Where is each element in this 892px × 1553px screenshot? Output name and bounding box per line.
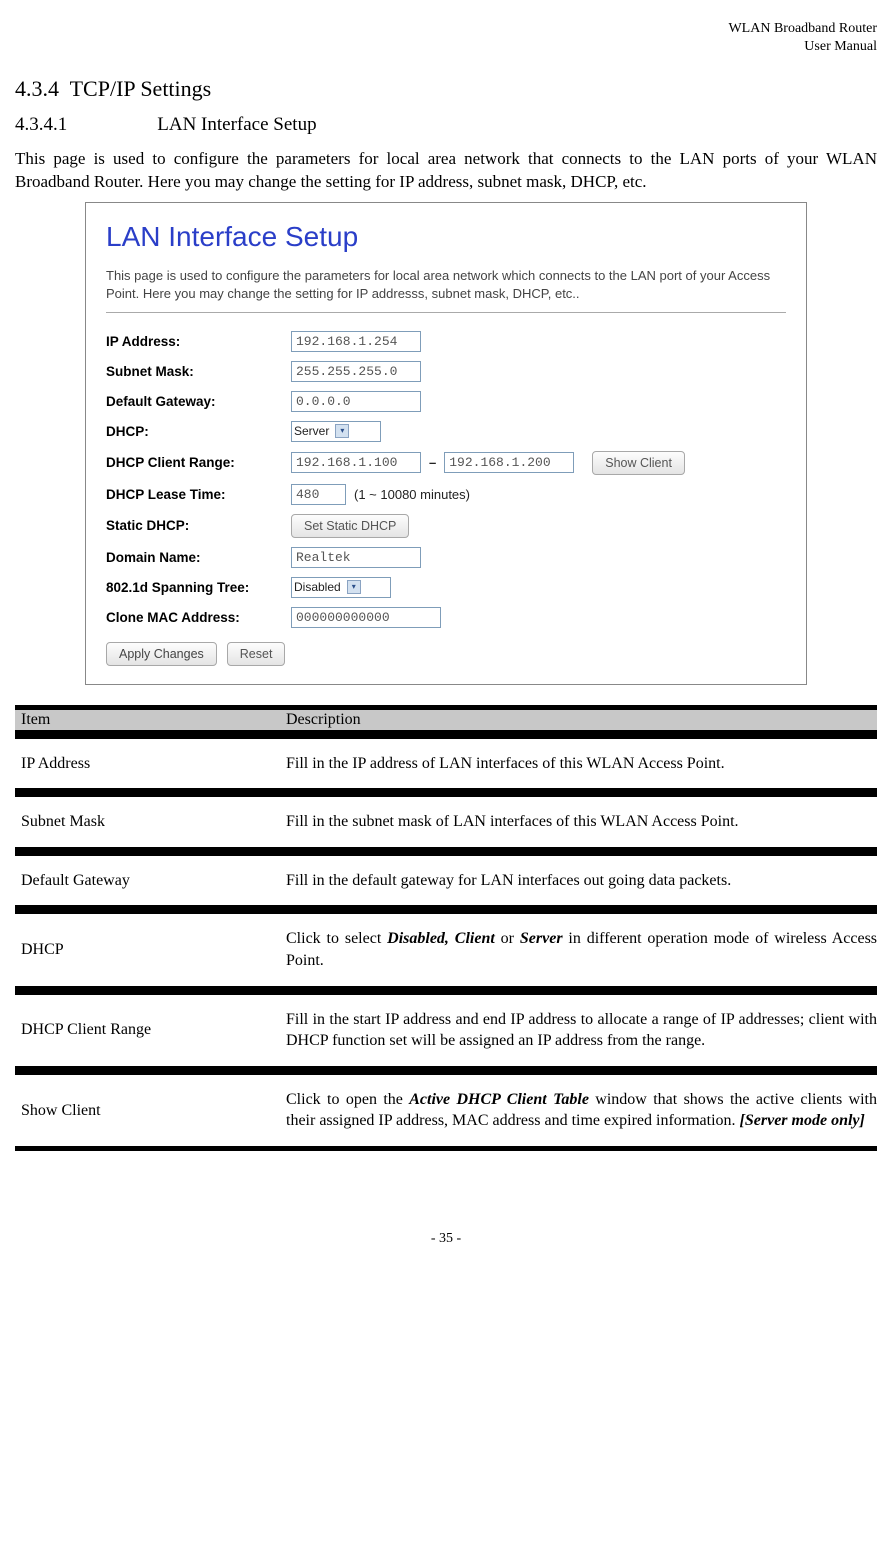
table-row: IP Address Fill in the IP address of LAN… [15, 735, 877, 793]
dhcp-label: DHCP: [106, 424, 291, 439]
section-num-2: 4.3.4.1 [15, 114, 67, 135]
lease-time-input[interactable] [291, 484, 346, 505]
chevron-down-icon: ▾ [335, 424, 349, 438]
section-heading-1: 4.3.4 TCP/IP Settings [15, 76, 877, 102]
intro-paragraph: This page is used to configure the param… [15, 148, 877, 194]
default-gateway-label: Default Gateway: [106, 394, 291, 409]
subnet-mask-input[interactable] [291, 361, 421, 382]
default-gateway-input[interactable] [291, 391, 421, 412]
section-title-2: LAN Interface Setup [157, 114, 316, 135]
table-item: DHCP [15, 910, 280, 989]
domain-name-label: Domain Name: [106, 550, 291, 565]
table-item: IP Address [15, 735, 280, 793]
dhcp-range-to-input[interactable] [444, 452, 574, 473]
lan-setup-screenshot: LAN Interface Setup This page is used to… [85, 202, 807, 684]
chevron-down-icon: ▾ [347, 580, 361, 594]
table-desc: Click to open the Active DHCP Client Tab… [280, 1071, 877, 1150]
dhcp-range-from-input[interactable] [291, 452, 421, 473]
domain-name-input[interactable] [291, 547, 421, 568]
table-row: Show Client Click to open the Active DHC… [15, 1071, 877, 1150]
spanning-tree-value: Disabled [294, 580, 341, 594]
divider [106, 312, 786, 313]
table-header-item: Item [15, 706, 280, 734]
table-row: DHCP Client Range Fill in the start IP a… [15, 991, 877, 1070]
spanning-tree-label: 802.1d Spanning Tree: [106, 580, 291, 595]
table-desc: Fill in the default gateway for LAN inte… [280, 852, 877, 910]
spanning-tree-select[interactable]: Disabled ▾ [291, 577, 391, 598]
range-separator: – [429, 455, 436, 470]
table-desc: Fill in the IP address of LAN interfaces… [280, 735, 877, 793]
clone-mac-label: Clone MAC Address: [106, 610, 291, 625]
screenshot-desc: This page is used to configure the param… [106, 267, 786, 303]
table-desc: Fill in the start IP address and end IP … [280, 991, 877, 1070]
dhcp-select[interactable]: Server ▾ [291, 421, 381, 442]
table-item: Subnet Mask [15, 793, 280, 851]
page-footer: - 35 - [15, 1231, 877, 1247]
clone-mac-input[interactable] [291, 607, 441, 628]
subnet-mask-label: Subnet Mask: [106, 364, 291, 379]
header-line2: User Manual [15, 38, 877, 56]
screenshot-title: LAN Interface Setup [106, 221, 786, 253]
lease-time-note: (1 ~ 10080 minutes) [354, 487, 470, 502]
table-header-description: Description [280, 706, 877, 734]
dhcp-range-label: DHCP Client Range: [106, 455, 291, 470]
section-title-1: TCP/IP Settings [70, 76, 212, 101]
ip-address-label: IP Address: [106, 334, 291, 349]
reset-button[interactable]: Reset [227, 642, 286, 666]
table-row: Subnet Mask Fill in the subnet mask of L… [15, 793, 877, 851]
table-item: Show Client [15, 1071, 280, 1150]
static-dhcp-label: Static DHCP: [106, 518, 291, 533]
table-row: DHCP Click to select Disabled, Client or… [15, 910, 877, 989]
apply-changes-button[interactable]: Apply Changes [106, 642, 217, 666]
table-desc: Click to select Disabled, Client or Serv… [280, 910, 877, 989]
ip-address-input[interactable] [291, 331, 421, 352]
page-header: WLAN Broadband Router User Manual [15, 20, 877, 56]
table-row: Default Gateway Fill in the default gate… [15, 852, 877, 910]
lease-time-label: DHCP Lease Time: [106, 487, 291, 502]
dhcp-select-value: Server [294, 424, 329, 438]
show-client-button[interactable]: Show Client [592, 451, 685, 475]
table-desc: Fill in the subnet mask of LAN interface… [280, 793, 877, 851]
table-item: DHCP Client Range [15, 991, 280, 1070]
description-table: Item Description IP Address Fill in the … [15, 705, 877, 1151]
section-heading-2: 4.3.4.1 LAN Interface Setup [15, 114, 877, 136]
table-item: Default Gateway [15, 852, 280, 910]
section-num-1: 4.3.4 [15, 76, 59, 101]
header-line1: WLAN Broadband Router [15, 20, 877, 38]
set-static-dhcp-button[interactable]: Set Static DHCP [291, 514, 409, 538]
